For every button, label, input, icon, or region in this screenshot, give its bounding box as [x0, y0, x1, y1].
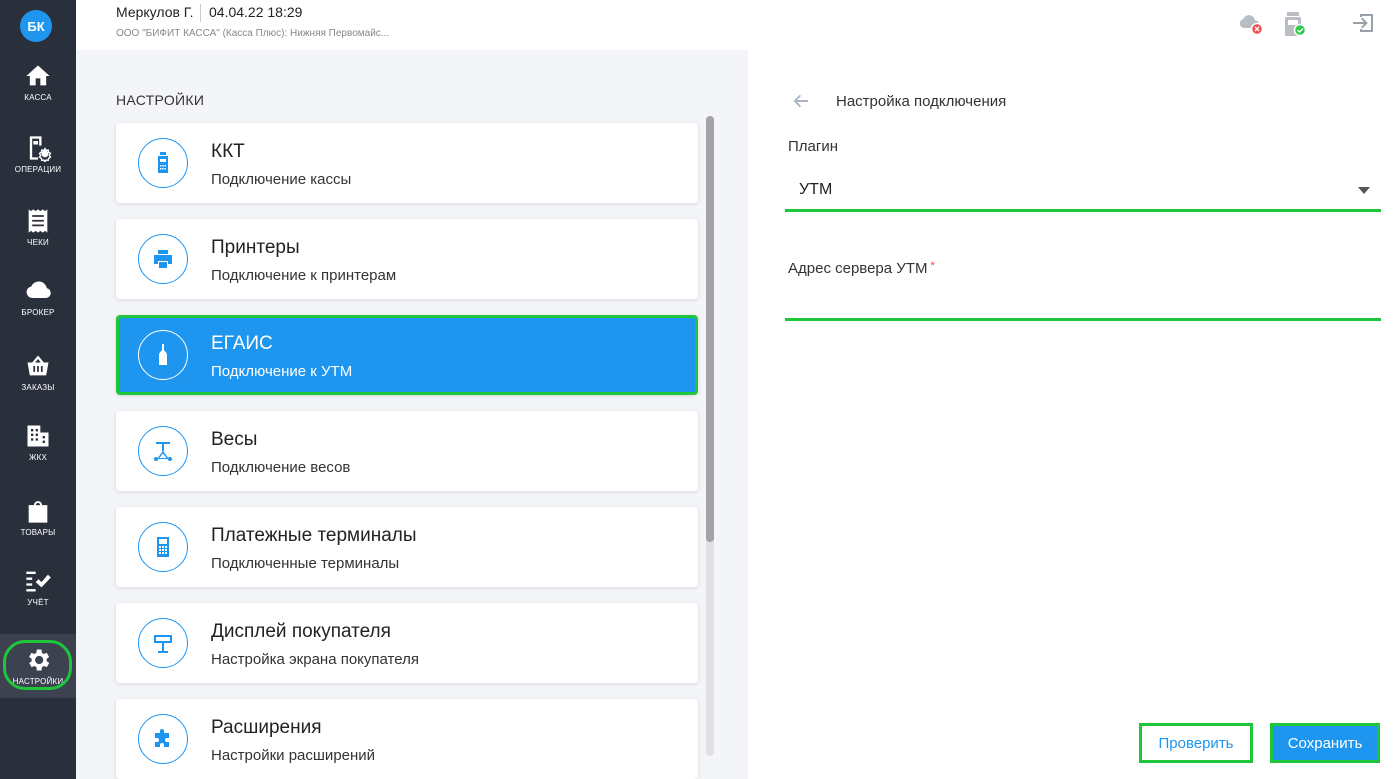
basket-icon [27, 355, 49, 376]
sidebar-item-settings[interactable]: НАСТРОЙКИ [0, 634, 76, 698]
bag-icon [28, 501, 48, 523]
organization: ООО "БИФИТ КАССА" (Касса Плюс): Нижняя П… [116, 28, 390, 39]
display-icon [138, 618, 188, 668]
card-subtitle: Подключение весов [211, 459, 351, 476]
card-subtitle: Подключение к УТМ [211, 363, 353, 380]
connection-panel: Настройка подключения Плагин УТМ Адрес с… [748, 50, 1396, 779]
settings-card-terminals[interactable]: Платежные терминалы Подключенные термина… [116, 507, 698, 587]
cash-register-icon [138, 138, 188, 188]
sidebar-item-operations[interactable]: ОПЕРАЦИИ [0, 122, 76, 186]
logout-icon[interactable] [1350, 8, 1378, 38]
sidebar-item-label: КАССА [24, 93, 52, 102]
cloud-icon [26, 281, 51, 298]
sidebar-item-label: ЗАКАЗЫ [21, 383, 55, 392]
sidebar-item-zhkh[interactable]: ЖКХ [0, 410, 76, 474]
scrollbar[interactable] [706, 116, 714, 756]
card-title: Принтеры [211, 237, 300, 258]
card-title: Дисплей покупателя [211, 621, 391, 642]
card-title: ККТ [211, 141, 245, 162]
page-title: Настройка подключения [836, 93, 1007, 110]
sidebar-item-label: ЖКХ [29, 453, 47, 462]
chevron-down-icon[interactable] [1358, 187, 1370, 194]
card-subtitle: Подключение кассы [211, 171, 352, 188]
divider [200, 4, 201, 22]
card-title: Расширения [211, 717, 322, 738]
section-title: НАСТРОЙКИ [116, 92, 205, 108]
address-label: Адрес сервера УТМ * [788, 260, 935, 277]
settings-card-scales[interactable]: Весы Подключение весов [116, 411, 698, 491]
settings-card-kkt[interactable]: ККТ Подключение кассы [116, 123, 698, 203]
settings-card-customer-display[interactable]: Дисплей покупателя Настройка экрана поку… [116, 603, 698, 683]
card-subtitle: Настройки расширений [211, 747, 376, 764]
settings-card-egais[interactable]: ЕГАИС Подключение к УТМ [116, 315, 698, 395]
sidebar-item-label: ТОВАРЫ [20, 528, 56, 537]
sidebar: БК КАССА ОПЕРАЦИИ ЧЕКИ БРОКЕР ЗАКАЗЫ ЖКХ… [0, 0, 76, 779]
settings-panel: НАСТРОЙКИ ККТ Подключение кассы Принтеры… [76, 50, 748, 779]
settings-card-extensions[interactable]: Расширения Настройки расширений [116, 699, 698, 779]
address-input[interactable] [788, 282, 1378, 312]
sidebar-item-label: ЧЕКИ [27, 238, 49, 247]
sidebar-item-label: БРОКЕР [21, 308, 55, 317]
cloud-status-icon[interactable] [1236, 8, 1264, 38]
printer-icon [138, 234, 188, 284]
sidebar-item-label: УЧЁТ [27, 598, 49, 607]
header: Меркулов Г. 04.04.22 18:29 ООО "БИФИТ КА… [76, 0, 1396, 50]
device-status-icon[interactable] [1280, 8, 1308, 38]
plugin-select[interactable]: УТМ [799, 181, 832, 199]
checklist-icon [26, 571, 51, 592]
terminal-icon [138, 522, 188, 572]
building-icon [27, 425, 49, 447]
save-button[interactable]: Сохранить [1270, 723, 1380, 763]
sidebar-item-label: ОПЕРАЦИИ [14, 165, 62, 174]
sidebar-item-broker[interactable]: БРОКЕР [0, 265, 76, 329]
avatar[interactable]: БК [20, 10, 52, 42]
home-icon [26, 65, 50, 86]
back-arrow-icon[interactable] [792, 92, 810, 110]
puzzle-icon [138, 714, 188, 764]
sidebar-item-goods[interactable]: ТОВАРЫ [0, 485, 76, 549]
sidebar-item-kassa[interactable]: КАССА [0, 50, 76, 114]
sidebar-item-accounting[interactable]: УЧЁТ [0, 555, 76, 619]
sidebar-item-label: НАСТРОЙКИ [12, 677, 64, 686]
card-subtitle: Подключение к принтерам [211, 267, 397, 284]
bottle-icon [138, 330, 188, 380]
plugin-label: Плагин [788, 138, 839, 155]
settings-card-printers[interactable]: Принтеры Подключение к принтерам [116, 219, 698, 299]
card-title: Платежные терминалы [211, 525, 417, 546]
operations-icon [29, 136, 52, 162]
check-button[interactable]: Проверить [1139, 723, 1253, 763]
scrollbar-thumb[interactable] [706, 116, 714, 542]
sidebar-item-orders[interactable]: ЗАКАЗЫ [0, 340, 76, 404]
datetime: 04.04.22 18:29 [209, 4, 303, 20]
receipt-icon [28, 209, 48, 233]
plugin-underline [785, 209, 1381, 212]
card-subtitle: Настройка экрана покупателя [211, 651, 419, 668]
card-title: Весы [211, 429, 258, 450]
scales-icon [138, 426, 188, 476]
card-subtitle: Подключенные терминалы [211, 555, 400, 572]
sidebar-item-receipts[interactable]: ЧЕКИ [0, 195, 76, 259]
gear-icon [29, 649, 50, 671]
card-title: ЕГАИС [211, 333, 273, 354]
user-name: Меркулов Г. [116, 4, 194, 20]
address-underline [785, 318, 1381, 321]
